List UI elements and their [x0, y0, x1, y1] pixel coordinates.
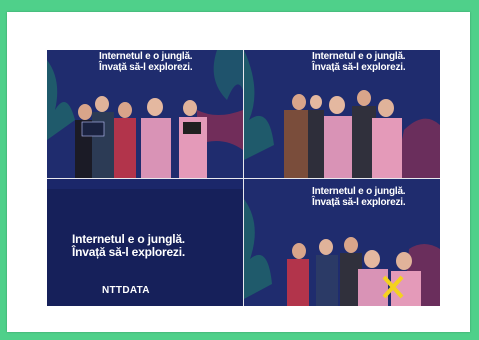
slogan-line-2: Învață să-l explorezi. [72, 244, 185, 259]
slogan-line-2: Învață să-l explorezi. [312, 61, 406, 73]
banner-slogan: Internetul e o junglă. Învață să-l explo… [312, 186, 406, 208]
photo-bottom-right: Internetul e o junglă. Învață să-l explo… [244, 179, 440, 306]
slogan-line-2: Învață să-l explorezi. [99, 61, 193, 73]
slogan-line-1: Internetul e o junglă. [99, 51, 193, 62]
ntt-data-logo: NTTDATA [102, 285, 150, 296]
logo-panel: Internetul e o junglă. Învață să-l explo… [47, 179, 243, 306]
slogan-line-1: Internetul e o junglă. [312, 186, 406, 197]
slogan-line-1: Internetul e o junglă. [312, 51, 406, 62]
banner-slogan: Internetul e o junglă. Învață să-l explo… [312, 51, 406, 73]
photo-top-right: Internetul e o junglă. Învață să-l explo… [244, 50, 440, 178]
panel-slogan: Internetul e o junglă. Învață să-l explo… [72, 233, 185, 258]
banner-slogan: Internetul e o junglă. Învață să-l explo… [99, 51, 193, 73]
slogan-line-2: Învață să-l explorezi. [312, 196, 406, 208]
slogan-line-1: Internetul e o junglă. [72, 232, 185, 246]
photo-top-left: Internetul e o junglă. Învață să-l explo… [47, 50, 243, 178]
